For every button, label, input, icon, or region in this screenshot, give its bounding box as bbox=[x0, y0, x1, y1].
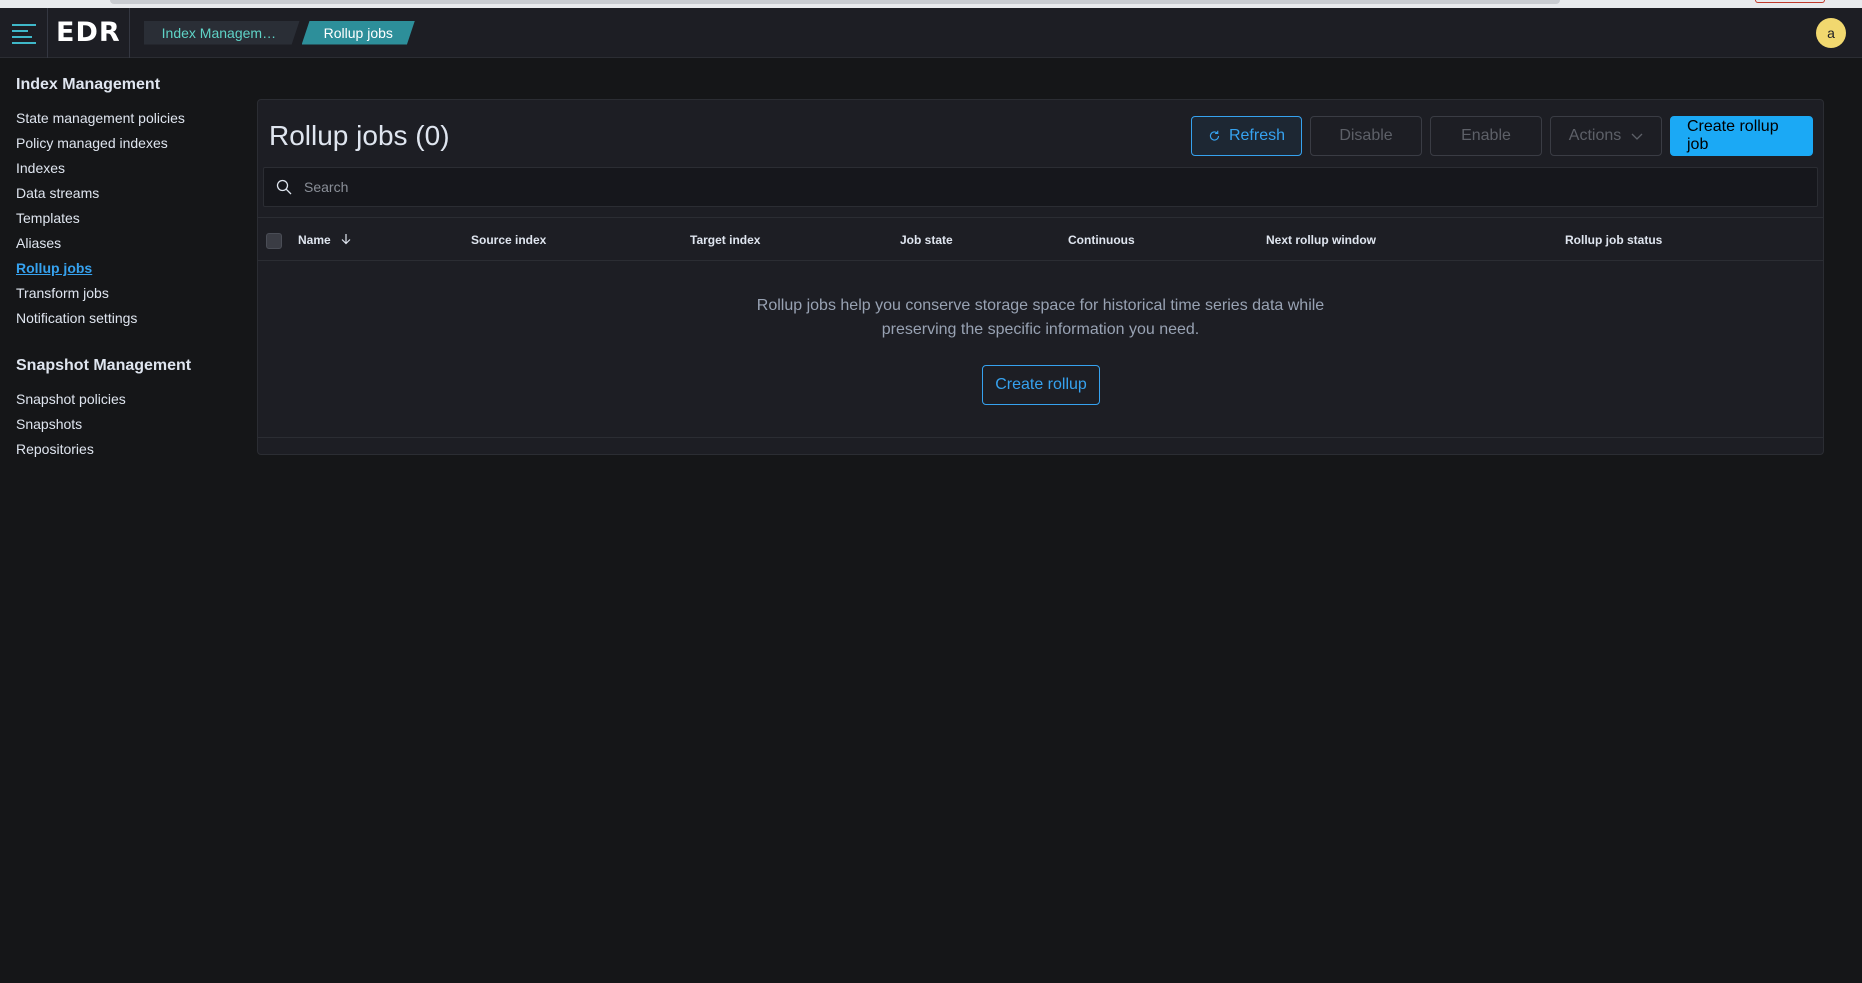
sidebar-item-data-streams[interactable]: Data streams bbox=[16, 181, 236, 206]
empty-state-message: Rollup jobs help you conserve storage sp… bbox=[258, 294, 1823, 342]
enable-button[interactable]: Enable bbox=[1430, 116, 1542, 156]
sidebar-item-snapshots[interactable]: Snapshots bbox=[16, 412, 236, 437]
sidebar-item-state-management-policies[interactable]: State management policies bbox=[16, 106, 236, 131]
chevron-down-icon bbox=[1631, 133, 1643, 140]
logo-text: EDR bbox=[56, 17, 121, 48]
sidebar-item-aliases[interactable]: Aliases bbox=[16, 231, 236, 256]
column-header-source-index[interactable]: Source index bbox=[471, 218, 546, 262]
page-title: Rollup jobs (0) bbox=[269, 120, 450, 151]
breadcrumb: Index Manageme... Rollup jobs bbox=[144, 21, 415, 45]
empty-state-line-2: preserving the specific information you … bbox=[881, 321, 1200, 338]
column-header-rollup-job-status[interactable]: Rollup job status bbox=[1565, 218, 1662, 262]
sidebar-heading-snapshot-management: Snapshot Management bbox=[16, 357, 192, 374]
search-bar bbox=[263, 167, 1818, 207]
column-header-job-state[interactable]: Job state bbox=[900, 218, 953, 262]
search-icon bbox=[276, 179, 292, 195]
column-header-next-rollup-window[interactable]: Next rollup window bbox=[1266, 218, 1376, 262]
table-header: Name Source index Target index Job state… bbox=[258, 217, 1823, 261]
sort-arrow-down-icon bbox=[340, 219, 352, 263]
browser-top-strip bbox=[0, 0, 1862, 8]
avatar[interactable]: a bbox=[1816, 18, 1846, 48]
sidebar-item-transform-jobs[interactable]: Transform jobs bbox=[16, 281, 236, 306]
column-header-target-index[interactable]: Target index bbox=[690, 218, 760, 262]
search-input[interactable] bbox=[304, 179, 1804, 195]
refresh-label: Refresh bbox=[1228, 127, 1285, 144]
column-header-continuous[interactable]: Continuous bbox=[1068, 218, 1135, 262]
breadcrumb-rollup-jobs: Rollup jobs bbox=[302, 21, 415, 45]
sidebar-item-indexes[interactable]: Indexes bbox=[16, 156, 236, 181]
browser-address-bar-edge bbox=[110, 0, 1560, 4]
breadcrumb-index-management[interactable]: Index Manageme... bbox=[144, 21, 300, 45]
table-footer-divider bbox=[258, 437, 1823, 438]
disable-button[interactable]: Disable bbox=[1310, 116, 1422, 156]
sidebar-item-repositories[interactable]: Repositories bbox=[16, 437, 236, 462]
create-rollup-button[interactable]: Create rollup bbox=[982, 365, 1100, 405]
sidebar-heading-index-management: Index Management bbox=[16, 76, 161, 93]
rollup-jobs-panel: Rollup jobs (0) Refresh Disable Enable A… bbox=[257, 99, 1824, 455]
column-name-label: Name bbox=[298, 233, 331, 247]
menu-icon bbox=[11, 23, 36, 44]
empty-state-line-1: Rollup jobs help you conserve storage sp… bbox=[756, 297, 1325, 314]
create-rollup-job-button[interactable]: Create rollup job bbox=[1670, 116, 1813, 156]
toolbar: Refresh Disable Enable Actions Create ro… bbox=[1191, 116, 1813, 156]
sidebar: Index Management State management polici… bbox=[16, 76, 236, 462]
sidebar-item-policy-managed-indexes[interactable]: Policy managed indexes bbox=[16, 131, 236, 156]
sidebar-item-rollup-jobs[interactable]: Rollup jobs bbox=[16, 256, 236, 281]
column-header-name[interactable]: Name bbox=[298, 218, 352, 262]
sidebar-item-snapshot-policies[interactable]: Snapshot policies bbox=[16, 387, 236, 412]
actions-button[interactable]: Actions bbox=[1550, 116, 1662, 156]
select-all-checkbox[interactable] bbox=[266, 233, 282, 249]
browser-profile-edge bbox=[1755, 0, 1825, 3]
app-logo[interactable]: EDR bbox=[48, 7, 130, 58]
menu-toggle-button[interactable] bbox=[0, 7, 48, 58]
sidebar-group-snapshot: Snapshot Management Snapshot policies Sn… bbox=[16, 357, 236, 462]
actions-label: Actions bbox=[1568, 127, 1622, 144]
refresh-icon bbox=[1209, 130, 1220, 141]
top-header: EDR Index Manageme... Rollup jobs a bbox=[0, 7, 1862, 58]
sidebar-item-notification-settings[interactable]: Notification settings bbox=[16, 306, 236, 331]
refresh-button[interactable]: Refresh bbox=[1191, 116, 1302, 156]
sidebar-item-templates[interactable]: Templates bbox=[16, 206, 236, 231]
